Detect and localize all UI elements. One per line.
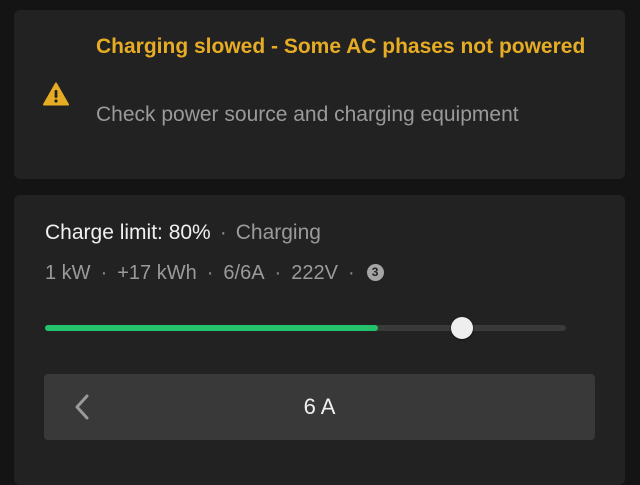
alert-title: Charging slowed - Some AC phases not pow… <box>96 35 586 58</box>
energy-added: +17 kWh <box>117 262 197 284</box>
separator-dot: · <box>274 262 282 284</box>
charging-panel: Charge limit: 80% · Charging 1 kW · +17 kWh ·… <box>14 195 625 485</box>
phases-badge: 3 <box>366 264 384 281</box>
charging-stats: 1 kW · +17 kWh · 6/6A · 222V · 3 <box>45 259 384 287</box>
charging-voltage: 222V <box>291 262 338 284</box>
separator-dot: · <box>206 262 214 284</box>
charge-limit-handle[interactable] <box>450 317 473 339</box>
charge-current-value: 6 A <box>303 394 336 419</box>
separator-dot: · <box>219 221 227 244</box>
separator-dot: · <box>347 262 355 284</box>
alert-message: Check power source and charging equipmen… <box>96 103 519 126</box>
charge-current-control: 6 A <box>44 374 595 440</box>
charging-current: 6/6A <box>223 262 265 284</box>
charging-power: 1 kW <box>45 262 91 284</box>
separator-dot: · <box>100 262 108 284</box>
charge-status-line: Charge limit: 80% · Charging <box>45 219 321 247</box>
charge-level-fill <box>45 325 379 331</box>
charge-limit-label[interactable]: Charge limit: 80% <box>45 221 211 244</box>
warning-icon <box>43 82 69 106</box>
charging-state: Charging <box>235 221 321 244</box>
charging-alert: Charging slowed - Some AC phases not pow… <box>14 10 625 179</box>
charge-limit-slider[interactable] <box>45 317 566 339</box>
